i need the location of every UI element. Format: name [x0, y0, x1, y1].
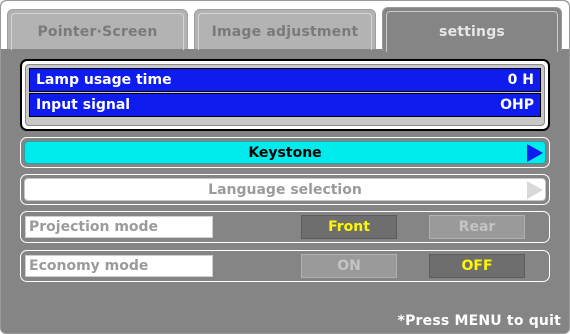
- input-signal-value: OHP: [500, 97, 534, 113]
- language-selection-label: Language selection: [208, 181, 362, 198]
- tab-settings[interactable]: settings: [382, 7, 562, 52]
- input-signal-label: Input signal: [36, 97, 131, 113]
- tab-image-adjustment-label: Image adjustment: [198, 13, 372, 50]
- triangle-right-icon: [527, 180, 543, 199]
- projection-mode-row: Projection mode Front Rear: [20, 211, 550, 243]
- triangle-right-icon: [527, 143, 543, 162]
- keystone-menu-item[interactable]: Keystone: [20, 137, 550, 168]
- settings-panel: Pointer·Screen Image adjustment settings…: [0, 0, 570, 334]
- tab-bar: Pointer·Screen Image adjustment settings: [1, 1, 569, 52]
- projection-front-option[interactable]: Front: [301, 215, 397, 239]
- keystone-label: Keystone: [248, 144, 322, 161]
- lamp-usage-row: Lamp usage time 0 H: [29, 68, 541, 92]
- economy-on-option[interactable]: ON: [301, 254, 397, 278]
- keystone-menu-fill: Keystone: [24, 141, 546, 164]
- projection-rear-option[interactable]: Rear: [429, 215, 525, 239]
- economy-mode-label: Economy mode: [25, 255, 213, 277]
- tab-settings-label: settings: [386, 11, 558, 52]
- economy-mode-row: Economy mode ON OFF: [20, 250, 550, 282]
- economy-off-option[interactable]: OFF: [429, 254, 525, 278]
- lamp-usage-label: Lamp usage time: [36, 72, 172, 88]
- tab-pointer-screen[interactable]: Pointer·Screen: [7, 9, 188, 50]
- footer-hint: *Press MENU to quit: [397, 313, 561, 329]
- projection-mode-label: Projection mode: [25, 216, 213, 238]
- language-selection-fill: Language selection: [24, 178, 546, 201]
- tab-pointer-screen-label: Pointer·Screen: [11, 13, 184, 50]
- status-info-inner: Lamp usage time 0 H Input signal OHP: [25, 64, 545, 126]
- status-info-box: Lamp usage time 0 H Input signal OHP: [20, 59, 550, 131]
- language-selection-menu-item[interactable]: Language selection: [20, 174, 550, 205]
- input-signal-row: Input signal OHP: [29, 93, 541, 117]
- lamp-usage-value: 0 H: [507, 72, 534, 88]
- tab-image-adjustment[interactable]: Image adjustment: [194, 9, 376, 50]
